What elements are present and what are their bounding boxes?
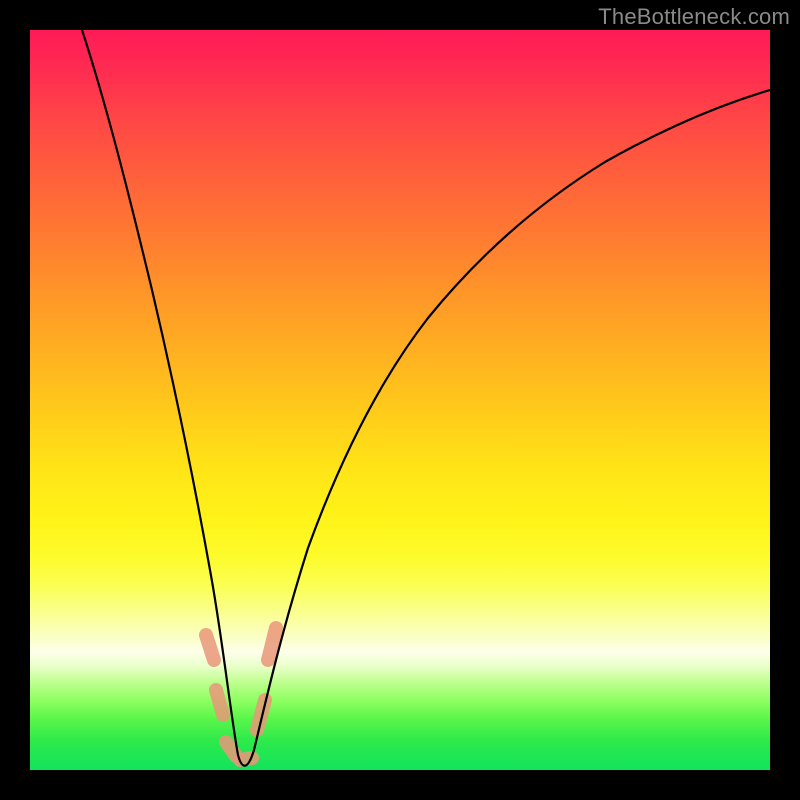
chart-frame: TheBottleneck.com	[0, 0, 800, 800]
trough-highlight-2	[216, 690, 223, 715]
trough-highlight-5	[257, 700, 265, 730]
plot-area	[30, 30, 770, 770]
trough-highlight-6	[268, 628, 276, 660]
trough-highlight-3	[226, 742, 236, 756]
trough-highlight-1	[206, 635, 214, 660]
bottleneck-curve	[82, 30, 770, 766]
watermark-text: TheBottleneck.com	[598, 4, 790, 30]
trough-highlight-group	[206, 628, 276, 760]
curve-layer	[30, 30, 770, 770]
